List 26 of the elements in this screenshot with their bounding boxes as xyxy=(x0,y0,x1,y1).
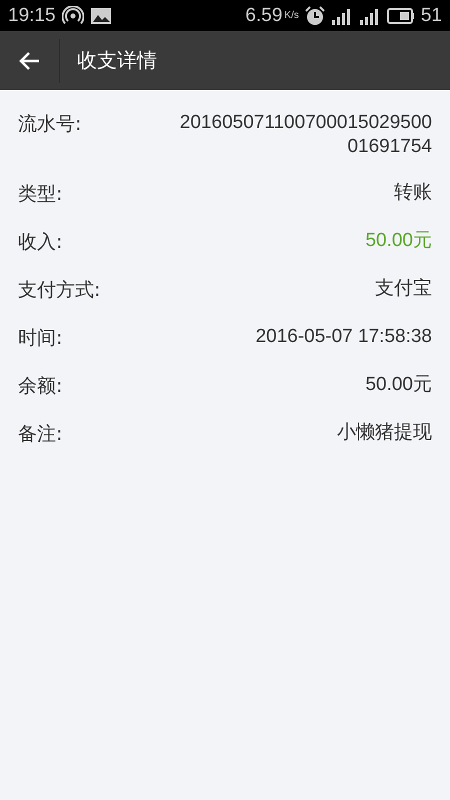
back-arrow-icon xyxy=(18,50,40,70)
screen-title: 收支详情 xyxy=(77,47,157,74)
speed-unit: K/s xyxy=(284,10,299,21)
detail-label: 备注: xyxy=(18,422,62,446)
detail-value: 2016-05-07 17:58:38 xyxy=(256,324,432,348)
network-speed: 6.59 xyxy=(245,4,282,26)
detail-value: 支付宝 xyxy=(375,276,432,300)
signal-icon xyxy=(330,6,353,24)
detail-label: 收入: xyxy=(18,230,62,254)
detail-label: 流水号: xyxy=(18,112,82,137)
status-time: 19:15 xyxy=(8,4,56,26)
battery-icon xyxy=(386,8,415,24)
detail-value: 小懒猪提现 xyxy=(337,420,432,444)
detail-value: 50.00元 xyxy=(365,228,432,252)
detail-value: 50.00元 xyxy=(365,372,432,396)
alarm-clock-icon xyxy=(304,6,325,26)
detail-label: 时间: xyxy=(18,326,62,350)
detail-label: 支付方式: xyxy=(18,278,100,302)
detail-label: 类型: xyxy=(18,182,62,206)
battery-level: 51 xyxy=(420,4,442,26)
signal-icon xyxy=(358,6,381,24)
image-icon xyxy=(90,6,112,24)
hotspot-icon xyxy=(62,6,84,26)
detail-value: 转账 xyxy=(394,180,432,204)
detail-label: 余额: xyxy=(18,374,62,398)
detail-value: 20160507110070001502950001691754 xyxy=(178,111,432,158)
